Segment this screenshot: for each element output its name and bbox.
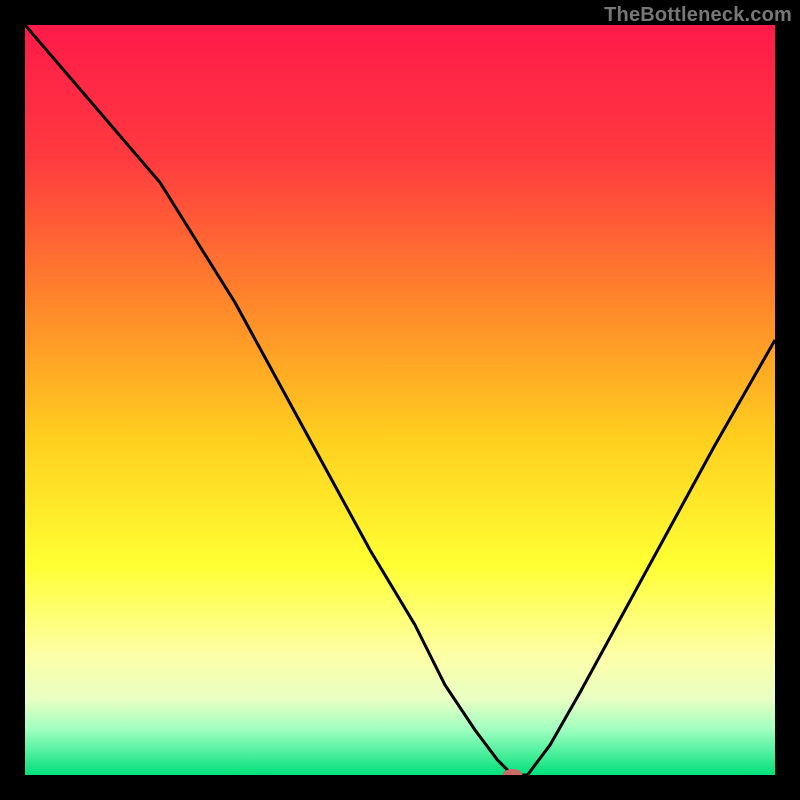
- chart-frame: TheBottleneck.com: [0, 0, 800, 800]
- chart-svg: [25, 25, 775, 775]
- plot-area: [25, 25, 775, 775]
- chart-background: [25, 25, 775, 775]
- watermark-text: TheBottleneck.com: [604, 4, 792, 27]
